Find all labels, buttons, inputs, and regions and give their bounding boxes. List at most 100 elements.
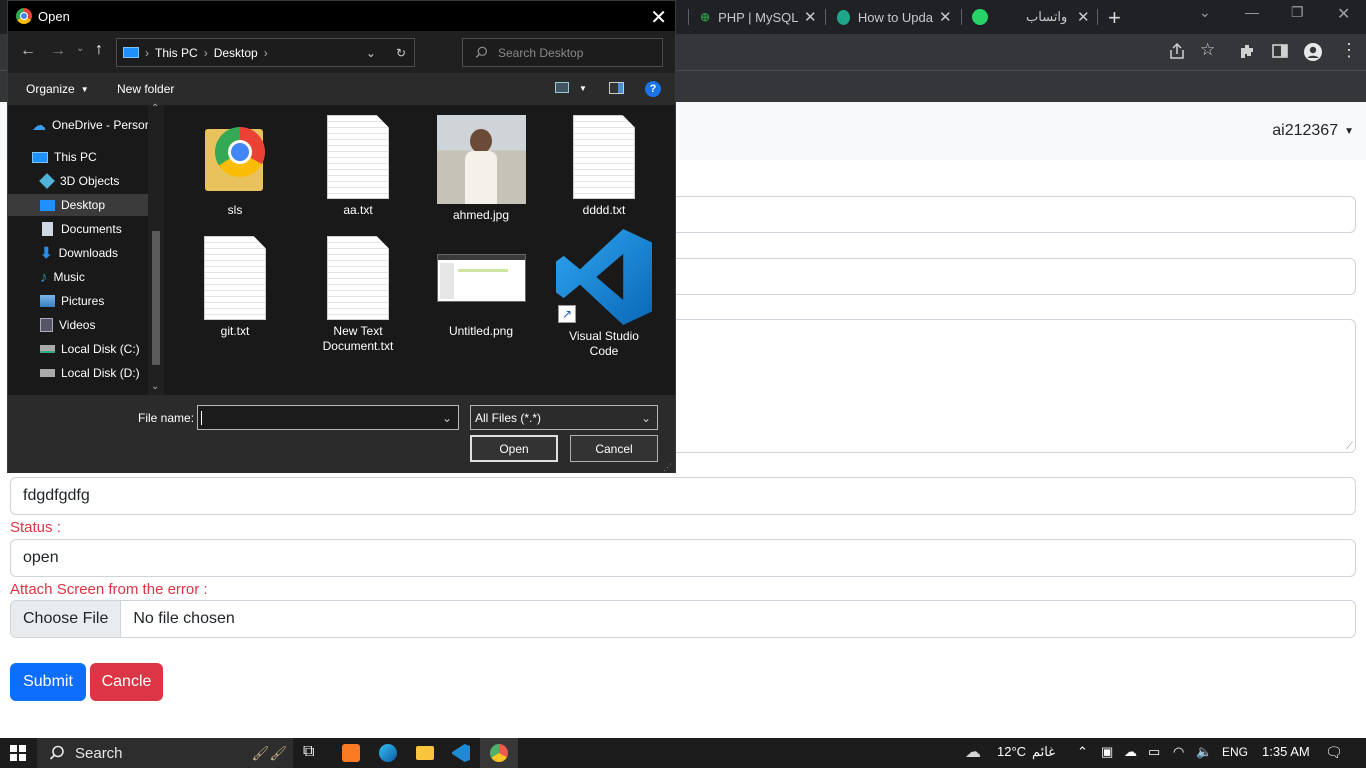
volume-icon[interactable]: 🔈 (1196, 744, 1212, 760)
profile-icon[interactable] (1303, 42, 1323, 62)
file-item-sls[interactable]: sls (180, 115, 290, 218)
wifi-icon[interactable]: ◠ (1173, 744, 1184, 760)
dialog-search-box[interactable]: Search Desktop (462, 38, 663, 67)
refresh-icon[interactable]: ↻ (396, 46, 406, 60)
address-bar[interactable]: › This PC › Desktop › ⌄ ↻ (116, 38, 415, 67)
tab-whatsapp[interactable]: واتساب (972, 2, 1072, 32)
chevron-down-icon[interactable]: ⌄ (442, 411, 452, 425)
forward-arrow-icon[interactable]: → (50, 42, 66, 60)
onedrive-icon[interactable]: ☁ (1124, 744, 1137, 760)
file-item-new-text-document[interactable]: New Text Document.txt (303, 236, 413, 354)
caret-down-icon[interactable]: ▼ (579, 84, 587, 93)
notification-icon[interactable]: 🗨 (1325, 744, 1343, 761)
minimize-button[interactable]: — (1245, 4, 1259, 20)
side-panel-icon[interactable] (1271, 42, 1289, 60)
close-dialog-button[interactable]: ✕ (650, 5, 667, 30)
meet-now-icon[interactable]: ▣ (1101, 744, 1113, 760)
battery-icon[interactable]: ▭ (1148, 744, 1160, 760)
file-item-untitled-png[interactable]: Untitled.png (426, 236, 536, 339)
user-dropdown[interactable]: ai212367 ▼ (1272, 122, 1354, 140)
address-dropdown-icon[interactable]: ⌄ (366, 46, 376, 60)
back-arrow-icon[interactable]: ← (20, 42, 36, 60)
description-input[interactable]: fdgdfgdfg (10, 477, 1356, 515)
bookmark-star-icon[interactable]: ☆ (1200, 40, 1215, 60)
nav-videos[interactable]: Videos (8, 314, 148, 336)
help-icon[interactable]: ? (645, 81, 661, 97)
up-arrow-icon[interactable]: ↑ (95, 41, 103, 59)
nav-scrollbar[interactable]: ⌃ ⌄ (148, 103, 164, 395)
preview-pane-icon[interactable] (609, 82, 624, 94)
vscode-icon: ↗ (556, 229, 652, 325)
close-tab-icon[interactable]: ✕ (1077, 8, 1090, 26)
xampp-icon[interactable] (342, 744, 360, 762)
restore-button[interactable]: ❐ (1291, 4, 1304, 21)
tab-label: PHP | MySQL (718, 9, 799, 25)
nav-desktop[interactable]: Desktop (8, 194, 148, 216)
resize-grip-icon[interactable]: ⋰ (663, 462, 672, 473)
nav-local-disk-c[interactable]: Local Disk (C:) (8, 338, 148, 360)
open-button[interactable]: Open (470, 435, 558, 462)
file-item-aa-txt[interactable]: aa.txt (303, 115, 413, 218)
nav-local-disk-d[interactable]: Local Disk (D:) (8, 362, 148, 384)
scroll-up-icon[interactable]: ⌃ (151, 103, 159, 114)
breadcrumb-desktop[interactable]: Desktop (214, 46, 258, 60)
share-icon[interactable] (1168, 42, 1186, 60)
nav-music[interactable]: ♪ Music (8, 266, 148, 288)
extensions-icon[interactable] (1239, 42, 1257, 60)
weather-temp[interactable]: 12°C (997, 744, 1026, 759)
task-view-icon[interactable]: ⧉ (303, 743, 314, 761)
tab-how-to-update[interactable]: How to Upda (837, 2, 933, 32)
filetype-select[interactable]: All Files (*.*) ⌄ (470, 405, 658, 430)
nav-downloads[interactable]: ⬇ Downloads (8, 242, 148, 264)
file-item-ahmed-jpg[interactable]: ahmed.jpg (426, 115, 536, 223)
attach-label: Attach Screen from the error : (10, 581, 208, 598)
chrome-folder-icon (203, 115, 267, 199)
cancel-button[interactable]: Cancle (90, 663, 163, 701)
language-indicator[interactable]: ENG (1222, 745, 1248, 759)
nav-pictures[interactable]: Pictures (8, 290, 148, 312)
close-tab-icon[interactable]: ✕ (939, 8, 952, 26)
file-item-git-txt[interactable]: git.txt (180, 236, 290, 339)
view-options-icon[interactable] (555, 82, 569, 93)
filename-input[interactable]: ⌄ (197, 405, 459, 430)
file-explorer-icon[interactable] (416, 746, 434, 760)
nav-documents[interactable]: Documents (8, 218, 148, 240)
taskbar-search[interactable]: Search 🖌🖌 (37, 738, 293, 768)
scroll-down-icon[interactable]: ⌄ (151, 381, 159, 392)
cloud-weather-icon[interactable]: ☁ (965, 742, 981, 762)
clock[interactable]: 1:35 AM (1262, 744, 1310, 759)
nav-label: Local Disk (D:) (61, 366, 140, 380)
filename-label: File name: (138, 411, 195, 425)
resize-handle-icon[interactable]: ⟋ (1346, 441, 1353, 452)
search-icon (49, 745, 64, 760)
tab-php-mysql[interactable]: ⊕ PHP | MySQL (700, 2, 820, 32)
tab-search-icon[interactable]: ⌄ (1199, 4, 1211, 21)
search-placeholder: Search Desktop (498, 45, 584, 60)
submit-button[interactable]: Submit (10, 663, 86, 701)
status-input[interactable]: open (10, 539, 1356, 577)
menu-icon[interactable]: ⋮ (1340, 40, 1358, 61)
recent-locations-icon[interactable]: ⌄ (76, 43, 84, 54)
breadcrumb-this-pc[interactable]: This PC (155, 46, 198, 60)
file-item-dddd-txt[interactable]: dddd.txt (549, 115, 659, 218)
windows-start-icon[interactable] (10, 745, 26, 761)
nav-this-pc[interactable]: This PC (8, 146, 148, 168)
file-input[interactable]: Choose File No file chosen (10, 600, 1356, 638)
vscode-taskbar-icon[interactable] (452, 744, 470, 762)
nav-3d-objects[interactable]: 3D Objects (8, 170, 148, 192)
nav-onedrive[interactable]: ☁ OneDrive - Persor (8, 114, 148, 136)
close-window-button[interactable]: ✕ (1337, 4, 1350, 24)
choose-file-button[interactable]: Choose File (11, 601, 122, 637)
file-item-vscode-shortcut[interactable]: ↗ Visual Studio Code (549, 229, 659, 359)
chevron-up-icon[interactable]: ⌃ (1077, 744, 1088, 760)
desktop-icon (40, 199, 55, 211)
screenshot-thumbnail (436, 236, 526, 320)
new-tab-button[interactable]: + (1108, 5, 1121, 31)
close-tab-icon[interactable]: ✕ (804, 8, 817, 26)
scroll-thumb[interactable] (152, 231, 160, 365)
chrome-icon (16, 8, 32, 24)
new-folder-button[interactable]: New folder (117, 82, 174, 96)
edge-icon[interactable] (379, 744, 397, 762)
dialog-cancel-button[interactable]: Cancel (570, 435, 658, 462)
organize-button[interactable]: Organize ▼ (26, 82, 89, 96)
